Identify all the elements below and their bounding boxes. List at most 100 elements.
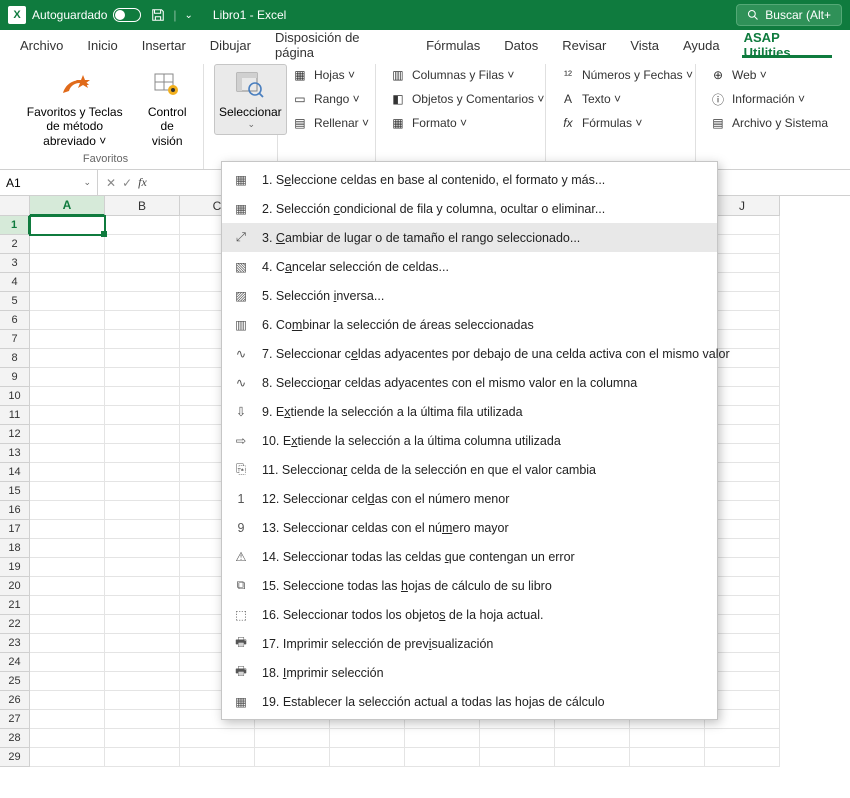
tab-vista[interactable]: Vista [618,30,671,60]
cell[interactable] [330,729,405,748]
row-header[interactable]: 10 [0,387,30,406]
cell[interactable] [30,368,105,387]
cell[interactable] [30,748,105,767]
menu-item-2[interactable]: ▦2. Selección condicional de fila y colu… [222,194,717,223]
cell[interactable] [105,729,180,748]
row-header[interactable]: 4 [0,273,30,292]
cell[interactable] [30,501,105,520]
menu-item-9[interactable]: ⇩9. Extiende la selección a la última fi… [222,397,717,426]
row-header[interactable]: 28 [0,729,30,748]
menu-item-7[interactable]: ∿7. Seleccionar celdas adyacentes por de… [222,339,717,368]
row-header[interactable]: 2 [0,235,30,254]
web-menu[interactable]: ⊕Web ˅ [706,64,832,86]
cell[interactable] [105,368,180,387]
rellenar-menu[interactable]: ▤Rellenar ˅ [288,112,373,134]
row-header[interactable]: 6 [0,311,30,330]
cell[interactable] [30,596,105,615]
menu-item-16[interactable]: ⬚16. Seleccionar todos los objetos de la… [222,600,717,629]
tab-datos[interactable]: Datos [492,30,550,60]
row-header[interactable]: 3 [0,254,30,273]
menu-item-12[interactable]: 112. Seleccionar celdas con el número me… [222,484,717,513]
cell[interactable] [330,748,405,767]
accept-formula-icon[interactable]: ✓ [122,176,132,190]
fx-icon[interactable]: fx [138,175,147,190]
row-header[interactable]: 9 [0,368,30,387]
cell[interactable] [105,292,180,311]
cell[interactable] [105,349,180,368]
cell[interactable] [30,387,105,406]
menu-item-13[interactable]: 913. Seleccionar celdas con el número ma… [222,513,717,542]
search-box[interactable]: Buscar (Alt+ [736,4,842,26]
cell[interactable] [30,349,105,368]
cell[interactable] [30,254,105,273]
row-header[interactable]: 7 [0,330,30,349]
tab-revisar[interactable]: Revisar [550,30,618,60]
cell[interactable] [30,710,105,729]
favorites-shortcuts-button[interactable]: Favoritos y Teclas de método abreviado ˅ [18,64,131,153]
column-header[interactable]: B [105,196,180,216]
cell[interactable] [105,254,180,273]
cell[interactable] [105,691,180,710]
row-header[interactable]: 25 [0,672,30,691]
cell[interactable] [30,558,105,577]
menu-item-19[interactable]: ▦19. Establecer la selección actual a to… [222,687,717,716]
row-header[interactable]: 22 [0,615,30,634]
cell[interactable] [555,729,630,748]
menu-item-8[interactable]: ∿8. Seleccionar celdas adyacentes con el… [222,368,717,397]
cell[interactable] [630,748,705,767]
select-menu-button[interactable]: Seleccionar ⌄ [214,64,287,135]
cell[interactable] [30,729,105,748]
cell[interactable] [30,292,105,311]
cell[interactable] [30,482,105,501]
row-header[interactable]: 13 [0,444,30,463]
row-header[interactable]: 29 [0,748,30,767]
name-box[interactable]: A1 ⌄ [0,170,98,195]
cell[interactable] [180,748,255,767]
tab-disposición-de-página[interactable]: Disposición de página [263,30,414,60]
hojas-menu[interactable]: ▦Hojas ˅ [288,64,373,86]
cell[interactable] [105,463,180,482]
objetos-comentarios-menu[interactable]: ◧Objetos y Comentarios ˅ [386,88,548,110]
cell[interactable] [705,729,780,748]
cell[interactable] [30,539,105,558]
cell[interactable] [555,748,630,767]
texto-menu[interactable]: ATexto ˅ [556,88,697,110]
cell[interactable] [30,463,105,482]
menu-item-5[interactable]: ▨5. Selección inversa... [222,281,717,310]
cell[interactable] [30,273,105,292]
autosave-toggle[interactable]: Autoguardado [32,8,141,22]
menu-item-4[interactable]: ▧4. Cancelar selección de celdas... [222,252,717,281]
cell[interactable] [30,577,105,596]
row-header[interactable]: 16 [0,501,30,520]
cell[interactable] [30,653,105,672]
cell[interactable] [105,615,180,634]
row-header[interactable]: 14 [0,463,30,482]
cell[interactable] [105,216,180,235]
cell[interactable] [30,691,105,710]
row-header[interactable]: 15 [0,482,30,501]
menu-item-11[interactable]: ⎘11. Seleccionar celda de la selección e… [222,455,717,484]
informacion-menu[interactable]: ⓘInformación ˅ [706,88,832,110]
row-header[interactable]: 12 [0,425,30,444]
row-header[interactable]: 26 [0,691,30,710]
cell[interactable] [105,596,180,615]
cell[interactable] [30,425,105,444]
menu-item-3[interactable]: ⤢3. Cambiar de lugar o de tamaño el rang… [222,223,717,252]
numeros-fechas-menu[interactable]: ¹²Números y Fechas ˅ [556,64,697,86]
tab-fórmulas[interactable]: Fórmulas [414,30,492,60]
chevron-down-icon[interactable]: ⌄ [83,177,91,188]
menu-item-18[interactable]: 🖶18. Imprimir selección [222,658,717,687]
cell[interactable] [30,406,105,425]
cell[interactable] [105,330,180,349]
cell[interactable] [105,653,180,672]
cell[interactable] [180,729,255,748]
cell[interactable] [105,235,180,254]
cell[interactable] [105,748,180,767]
row-header[interactable]: 1 [0,216,30,235]
tab-ayuda[interactable]: Ayuda [671,30,732,60]
row-header[interactable]: 18 [0,539,30,558]
cell[interactable] [30,615,105,634]
cell[interactable] [30,311,105,330]
columnas-filas-menu[interactable]: ▥Columnas y Filas ˅ [386,64,548,86]
archivo-sistema-menu[interactable]: ▤Archivo y Sistema [706,112,832,134]
